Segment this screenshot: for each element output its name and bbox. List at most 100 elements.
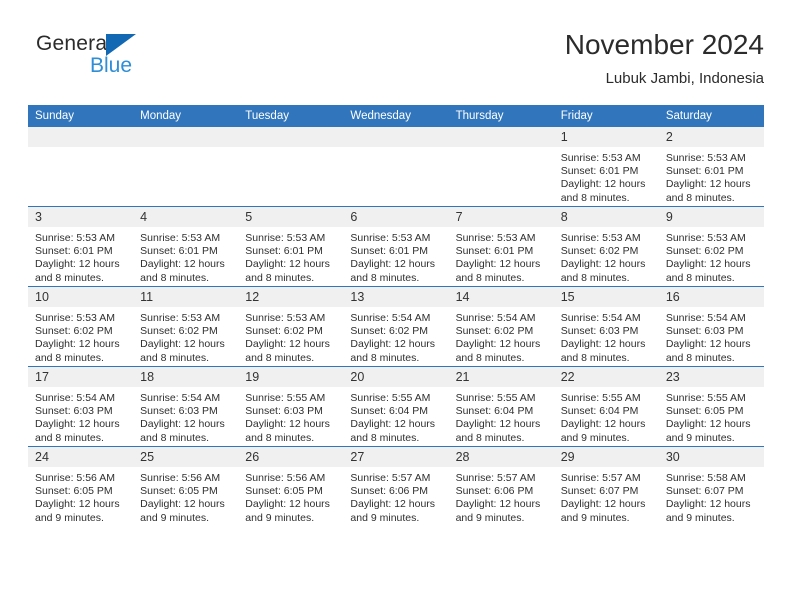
day-cell[interactable]: 14 Sunrise: 5:54 AM Sunset: 6:02 PM Dayl… — [448, 286, 554, 367]
daylight-text-line1: Daylight: 12 hours — [350, 338, 436, 351]
day-cell[interactable]: 29 Sunrise: 5:57 AM Sunset: 6:07 PM Dayl… — [553, 446, 659, 526]
daylight-text-line1: Daylight: 12 hours — [245, 418, 330, 431]
day-cell[interactable]: 11 Sunrise: 5:53 AM Sunset: 6:02 PM Dayl… — [133, 286, 239, 367]
daylight-text-line2: and 8 minutes. — [245, 351, 315, 364]
day-number: 23 — [658, 367, 764, 388]
daylight-text-line2: and 9 minutes. — [455, 511, 525, 524]
day-cell[interactable]: 7 Sunrise: 5:53 AM Sunset: 6:01 PM Dayli… — [448, 206, 554, 287]
day-details: Sunrise: 5:55 AM Sunset: 6:04 PM Dayligh… — [343, 388, 448, 445]
day-cell[interactable]: 26 Sunrise: 5:56 AM Sunset: 6:05 PM Dayl… — [238, 446, 344, 526]
sunrise-text: Sunrise: 5:56 AM — [245, 472, 326, 484]
day-cell[interactable]: 19 Sunrise: 5:55 AM Sunset: 6:03 PM Dayl… — [238, 366, 344, 447]
sunrise-text: Sunrise: 5:56 AM — [140, 472, 221, 484]
daylight-text-line2: and 8 minutes. — [455, 271, 525, 284]
day-details: Sunrise: 5:53 AM Sunset: 6:01 PM Dayligh… — [238, 228, 343, 285]
day-cell[interactable]: 27 Sunrise: 5:57 AM Sunset: 6:06 PM Dayl… — [343, 446, 449, 526]
day-cell[interactable]: 25 Sunrise: 5:56 AM Sunset: 6:05 PM Dayl… — [133, 446, 239, 526]
day-cell[interactable]: 3 Sunrise: 5:53 AM Sunset: 6:01 PM Dayli… — [28, 206, 134, 287]
day-cell[interactable]: 16 Sunrise: 5:54 AM Sunset: 6:03 PM Dayl… — [658, 286, 764, 367]
day-number: 10 — [28, 287, 134, 308]
sunset-text: Sunset: 6:02 PM — [245, 325, 323, 338]
day-cell[interactable]: 18 Sunrise: 5:54 AM Sunset: 6:03 PM Dayl… — [133, 366, 239, 447]
daylight-text-line2: and 8 minutes. — [455, 431, 525, 444]
sunrise-sunset-calendar-table: Sunday Monday Tuesday Wednesday Thursday… — [28, 105, 764, 526]
daylight-text-line1: Daylight: 12 hours — [350, 418, 436, 431]
day-details: Sunrise: 5:53 AM Sunset: 6:02 PM Dayligh… — [554, 228, 659, 285]
day-cell[interactable]: 2 Sunrise: 5:53 AM Sunset: 6:01 PM Dayli… — [658, 127, 764, 207]
day-cell[interactable]: 1 Sunrise: 5:53 AM Sunset: 6:01 PM Dayli… — [553, 127, 659, 207]
sunrise-text: Sunrise: 5:58 AM — [665, 472, 746, 484]
day-details: Sunrise: 5:58 AM Sunset: 6:07 PM Dayligh… — [659, 468, 764, 525]
day-number: 28 — [448, 447, 554, 468]
day-number: 19 — [238, 367, 344, 388]
calendar-week-row: 3 Sunrise: 5:53 AM Sunset: 6:01 PM Dayli… — [28, 206, 764, 287]
daylight-text-line2: and 8 minutes. — [665, 271, 735, 284]
day-cell[interactable]: 21 Sunrise: 5:55 AM Sunset: 6:04 PM Dayl… — [448, 366, 554, 447]
day-cell[interactable]: 6 Sunrise: 5:53 AM Sunset: 6:01 PM Dayli… — [343, 206, 449, 287]
sunrise-text: Sunrise: 5:54 AM — [665, 312, 746, 324]
sunset-text: Sunset: 6:05 PM — [245, 485, 323, 498]
sunset-text: Sunset: 6:02 PM — [35, 325, 113, 338]
day-cell[interactable]: 10 Sunrise: 5:53 AM Sunset: 6:02 PM Dayl… — [28, 286, 134, 367]
sunset-text: Sunset: 6:04 PM — [560, 405, 639, 418]
day-number: 4 — [133, 207, 239, 228]
day-cell[interactable]: 15 Sunrise: 5:54 AM Sunset: 6:03 PM Dayl… — [553, 286, 659, 367]
day-details: Sunrise: 5:53 AM Sunset: 6:02 PM Dayligh… — [28, 308, 133, 365]
day-cell[interactable]: 12 Sunrise: 5:53 AM Sunset: 6:02 PM Dayl… — [238, 286, 344, 367]
day-cell[interactable]: 28 Sunrise: 5:57 AM Sunset: 6:06 PM Dayl… — [448, 446, 554, 526]
day-cell[interactable]: 23 Sunrise: 5:55 AM Sunset: 6:05 PM Dayl… — [658, 366, 764, 447]
daylight-text-line1: Daylight: 12 hours — [455, 258, 541, 271]
sunrise-text: Sunrise: 5:57 AM — [455, 472, 536, 484]
daylight-text-line1: Daylight: 12 hours — [560, 338, 646, 351]
day-details: Sunrise: 5:53 AM Sunset: 6:01 PM Dayligh… — [659, 148, 764, 205]
day-cell[interactable]: 9 Sunrise: 5:53 AM Sunset: 6:02 PM Dayli… — [658, 206, 764, 287]
daylight-text-line1: Daylight: 12 hours — [560, 418, 646, 431]
calendar-week-row: 1 Sunrise: 5:53 AM Sunset: 6:01 PM Dayli… — [28, 127, 764, 207]
day-details: Sunrise: 5:53 AM Sunset: 6:01 PM Dayligh… — [554, 148, 659, 205]
daylight-text-line2: and 9 minutes. — [665, 431, 735, 444]
page-subtitle-location: Lubuk Jambi, Indonesia — [605, 70, 764, 87]
sunrise-text: Sunrise: 5:54 AM — [140, 392, 221, 404]
day-details: Sunrise: 5:54 AM Sunset: 6:03 PM Dayligh… — [554, 308, 659, 365]
daylight-text-line1: Daylight: 12 hours — [35, 258, 120, 271]
day-cell[interactable]: 30 Sunrise: 5:58 AM Sunset: 6:07 PM Dayl… — [658, 446, 764, 526]
daylight-text-line1: Daylight: 12 hours — [560, 258, 646, 271]
day-cell[interactable]: 17 Sunrise: 5:54 AM Sunset: 6:03 PM Dayl… — [28, 366, 134, 447]
daylight-text-line2: and 8 minutes. — [245, 271, 315, 284]
calendar-body: 1 Sunrise: 5:53 AM Sunset: 6:01 PM Dayli… — [28, 127, 764, 526]
daylight-text-line1: Daylight: 12 hours — [665, 178, 751, 191]
sunset-text: Sunset: 6:05 PM — [665, 405, 744, 418]
weekday-header-row: Sunday Monday Tuesday Wednesday Thursday… — [28, 105, 764, 127]
sunset-text: Sunset: 6:07 PM — [560, 485, 639, 498]
day-number: 13 — [343, 287, 449, 308]
day-cell[interactable]: 22 Sunrise: 5:55 AM Sunset: 6:04 PM Dayl… — [553, 366, 659, 447]
day-cell[interactable]: 8 Sunrise: 5:53 AM Sunset: 6:02 PM Dayli… — [553, 206, 659, 287]
day-cell[interactable]: 4 Sunrise: 5:53 AM Sunset: 6:01 PM Dayli… — [133, 206, 239, 287]
sunrise-text: Sunrise: 5:53 AM — [665, 152, 746, 164]
daylight-text-line2: and 9 minutes. — [245, 511, 315, 524]
title-block: November 2024 Lubuk Jambi, Indonesia — [565, 28, 764, 90]
day-cell[interactable]: 20 Sunrise: 5:55 AM Sunset: 6:04 PM Dayl… — [343, 366, 449, 447]
calendar-week-row: 24 Sunrise: 5:56 AM Sunset: 6:05 PM Dayl… — [28, 446, 764, 526]
daylight-text-line1: Daylight: 12 hours — [455, 418, 541, 431]
day-details: Sunrise: 5:56 AM Sunset: 6:05 PM Dayligh… — [133, 468, 238, 525]
day-details: Sunrise: 5:57 AM Sunset: 6:06 PM Dayligh… — [449, 468, 554, 525]
daylight-text-line2: and 8 minutes. — [560, 271, 630, 284]
daylight-text-line2: and 8 minutes. — [665, 351, 735, 364]
day-number — [133, 127, 239, 148]
day-details: Sunrise: 5:53 AM Sunset: 6:01 PM Dayligh… — [343, 228, 448, 285]
sunset-text: Sunset: 6:05 PM — [35, 485, 113, 498]
general-blue-logo[interactable]: General Blue — [28, 32, 228, 88]
daylight-text-line1: Daylight: 12 hours — [350, 258, 436, 271]
day-cell[interactable]: 24 Sunrise: 5:56 AM Sunset: 6:05 PM Dayl… — [28, 446, 134, 526]
day-number: 12 — [238, 287, 344, 308]
day-number: 17 — [28, 367, 134, 388]
day-cell[interactable]: 5 Sunrise: 5:53 AM Sunset: 6:01 PM Dayli… — [238, 206, 344, 287]
day-number: 11 — [133, 287, 239, 308]
day-cell — [28, 127, 134, 207]
daylight-text-line2: and 8 minutes. — [560, 351, 630, 364]
day-cell[interactable]: 13 Sunrise: 5:54 AM Sunset: 6:02 PM Dayl… — [343, 286, 449, 367]
weekday-header-sunday: Sunday — [28, 105, 134, 127]
sunset-text: Sunset: 6:01 PM — [350, 245, 429, 258]
sunrise-text: Sunrise: 5:53 AM — [560, 232, 641, 244]
